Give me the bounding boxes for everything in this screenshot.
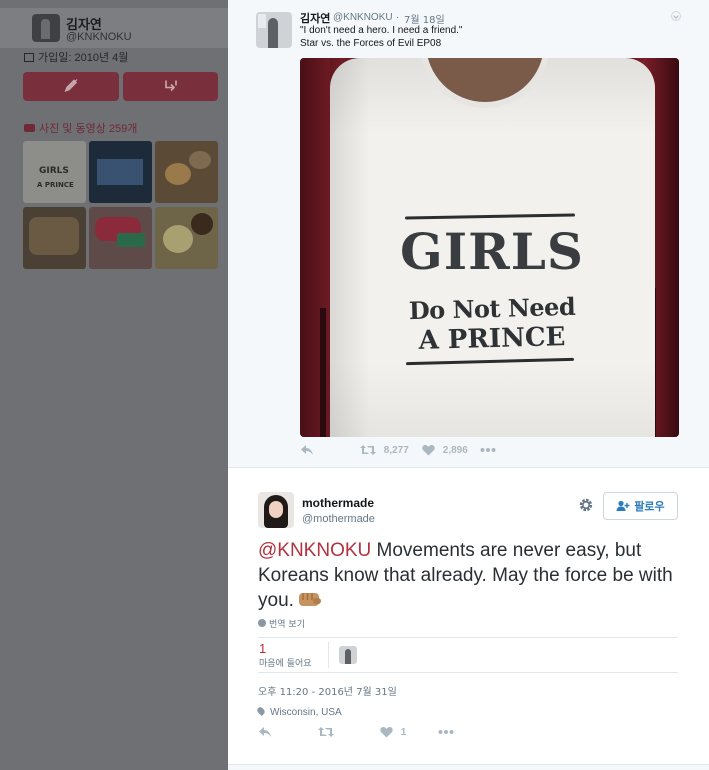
gear-icon[interactable] (578, 497, 594, 513)
media-thumbnail[interactable] (89, 207, 152, 269)
author-name[interactable]: mothermade (302, 496, 374, 510)
parent-tweet-text-line2: Star vs. the Forces of Evil EP08 (300, 38, 442, 49)
location-label: Wisconsin, USA (270, 707, 342, 718)
follow-label: 팔로우 (634, 500, 665, 513)
likes-stat-label[interactable]: 마음에 들어요 (259, 656, 312, 669)
globe-icon (258, 619, 266, 627)
more-button[interactable] (480, 444, 496, 462)
parent-tweet-text-line1: "I don't need a hero. I need a friend." (300, 25, 463, 36)
retweet-button[interactable] (318, 726, 334, 744)
divider (258, 672, 678, 673)
translate-label: 번역 보기 (269, 620, 305, 630)
likes-stat-count[interactable]: 1 (259, 641, 266, 656)
like-button[interactable]: 1 (380, 726, 406, 744)
parent-author-avatar[interactable] (256, 12, 292, 48)
message-button[interactable] (123, 72, 218, 101)
follow-button[interactable]: 팔로우 (603, 492, 678, 520)
profile-sidebar (0, 0, 228, 770)
replies-section-edge (228, 764, 709, 770)
tweet-text: @KNKNOKU Movements are never easy, but K… (258, 538, 678, 613)
more-button[interactable] (438, 726, 454, 744)
shirt-text-girls: GIRLS (400, 222, 584, 281)
tweet-actions: 1 (258, 726, 678, 744)
like-count: 1 (400, 727, 407, 738)
compose-icon (63, 77, 79, 96)
stat-divider (328, 642, 329, 668)
profile-avatar[interactable] (32, 14, 60, 42)
retweet-button[interactable]: 8,277 (360, 444, 409, 462)
thumbnail-shirt-text: GIRLS (39, 166, 69, 176)
retweet-count: 8,277 (383, 445, 409, 456)
media-thumbnail[interactable] (23, 207, 86, 269)
reply-button[interactable] (258, 726, 272, 744)
author-avatar[interactable] (258, 492, 294, 528)
tweet-photo[interactable]: GIRLS Do Not Need A PRINCE (300, 58, 679, 437)
parent-tweet-date[interactable]: 7월 18일 (404, 11, 445, 26)
tweet-to-button[interactable] (23, 72, 119, 101)
add-user-icon (616, 500, 630, 511)
tweet-location[interactable]: Wisconsin, USA (256, 706, 342, 718)
parent-tweet[interactable]: 김자연 @KNKNOKU · 7월 18일 "I don't need a he… (228, 0, 709, 468)
like-count: 2,896 (442, 445, 468, 456)
location-pin-icon (256, 706, 266, 716)
retweet-outline-icon (163, 77, 179, 96)
like-button[interactable]: 2,896 (422, 444, 468, 462)
joined-label: 가입일: 2010년 4월 (38, 52, 129, 64)
reply-icon (301, 445, 313, 455)
calendar-icon (24, 53, 34, 62)
parent-separator: · (396, 12, 400, 23)
media-thumbnail[interactable] (155, 141, 218, 203)
camera-icon (24, 124, 35, 132)
media-count-label: 사진 및 동영상 259개 (39, 123, 138, 135)
profile-joined-date: 가입일: 2010년 4월 (24, 49, 128, 65)
more-dots-icon (438, 730, 454, 734)
shirt-text-do-not-need: Do Not Need (408, 291, 576, 326)
more-dots-icon (480, 448, 496, 452)
tweet-detail-modal: 김자연 @KNKNOKU · 7월 18일 "I don't need a he… (228, 0, 709, 770)
divider (258, 637, 678, 638)
retweet-icon (318, 727, 334, 737)
parent-tweet-actions: 8,277 2,896 (300, 444, 680, 464)
translate-link[interactable]: 번역 보기 (258, 617, 305, 630)
retweet-icon (360, 445, 376, 455)
heart-icon (422, 444, 435, 456)
more-options-chevron-icon[interactable] (671, 11, 681, 21)
reply-button[interactable] (300, 444, 314, 462)
shirt-text-a-prince: A PRINCE (418, 322, 566, 356)
media-thumbnail[interactable]: GIRLS A PRINCE (23, 141, 86, 203)
media-thumbnail[interactable] (89, 141, 152, 203)
mention-link[interactable]: @KNKNOKU (258, 540, 371, 561)
media-gallery-title[interactable]: 사진 및 동영상 259개 (24, 120, 137, 136)
heart-icon (380, 726, 393, 738)
parent-author-name[interactable]: 김자연 (300, 10, 330, 26)
reply-icon (259, 727, 271, 737)
fist-emoji-icon (298, 590, 322, 608)
tweet-timestamp: 오후 11:20 - 2016년 7월 31일 (258, 687, 397, 698)
media-thumbnail[interactable] (155, 207, 218, 269)
liker-avatar[interactable] (339, 646, 357, 664)
profile-handle[interactable]: @KNKNOKU (66, 31, 132, 43)
author-handle[interactable]: @mothermade (302, 513, 375, 525)
thumbnail-shirt-subtext: A PRINCE (37, 181, 74, 189)
parent-author-handle[interactable]: @KNKNOKU (333, 12, 393, 23)
